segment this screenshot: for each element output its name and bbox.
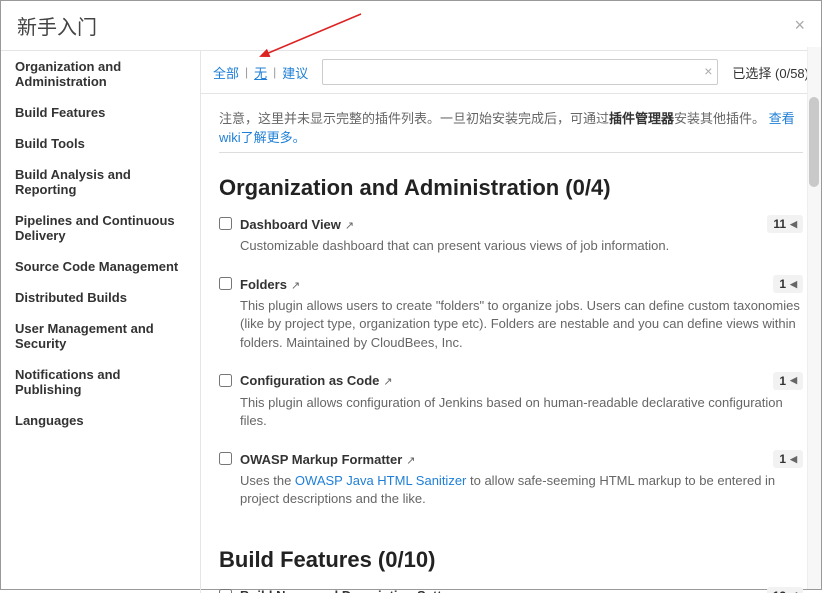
sidebar-item-notifications[interactable]: Notifications and Publishing (1, 359, 200, 405)
sidebar-item-build-tools[interactable]: Build Tools (1, 128, 200, 159)
plugin-name[interactable]: Configuration as Code (240, 373, 379, 388)
plugin-name[interactable]: Build Name and Description Setter (240, 588, 454, 593)
plugin-name[interactable]: Dashboard View (240, 217, 341, 232)
filter-all[interactable]: 全部 (213, 63, 239, 82)
chevron-left-icon: ◀ (790, 454, 797, 465)
sidebar-item-distributed[interactable]: Distributed Builds (1, 282, 200, 313)
sidebar-item-user-mgmt[interactable]: User Management and Security (1, 313, 200, 359)
section-title-org: Organization and Administration (0/4) (219, 175, 803, 201)
plugin-badge[interactable]: 1◀ (773, 372, 803, 390)
sidebar-item-languages[interactable]: Languages (1, 405, 200, 436)
external-link-icon[interactable]: ↗ (383, 376, 392, 388)
plugin-badge[interactable]: 1◀ (773, 275, 803, 293)
plugin-row-folders: Folders ↗ 1◀ This plugin allows users to … (219, 275, 803, 368)
plugin-badge[interactable]: 1◀ (773, 450, 803, 468)
plugin-badge[interactable]: 11◀ (767, 215, 803, 233)
sidebar-item-pipelines[interactable]: Pipelines and Continuous Delivery (1, 205, 200, 251)
content-area: 注意，这里并未显示完整的插件列表。一旦初始安装完成后，可通过插件管理器安装其他插… (201, 94, 821, 593)
chevron-left-icon: ◀ (790, 375, 797, 386)
clear-icon[interactable]: × (704, 63, 712, 79)
plugin-row-cac: Configuration as Code ↗ 1◀ This plugin al… (219, 372, 803, 446)
external-link-icon[interactable]: ↗ (406, 455, 415, 467)
external-link-icon[interactable]: ↗ (291, 280, 300, 292)
external-link-icon[interactable]: ↗ (345, 220, 354, 232)
sidebar-item-build-features[interactable]: Build Features (1, 97, 200, 128)
plugin-row-owasp: OWASP Markup Formatter ↗ 1◀ Uses the OWAS… (219, 450, 803, 524)
sidebar-item-org-admin[interactable]: Organization and Administration (1, 51, 200, 97)
close-icon[interactable]: × (794, 15, 805, 36)
owasp-link[interactable]: OWASP Java HTML Sanitizer (295, 473, 466, 488)
notice: 注意，这里并未显示完整的插件列表。一旦初始安装完成后，可通过插件管理器安装其他插… (219, 94, 803, 153)
plugin-desc: This plugin allows users to create "fold… (240, 297, 803, 352)
plugin-checkbox[interactable] (219, 374, 232, 387)
scrollbar-track[interactable] (807, 47, 821, 589)
plugin-checkbox[interactable] (219, 452, 232, 465)
plugin-row-dashboard: Dashboard View ↗ 11◀ Customizable dashboa… (219, 215, 803, 271)
sidebar: Organization and Administration Build Fe… (1, 51, 201, 593)
plugin-checkbox[interactable] (219, 589, 232, 593)
page-title: 新手入门 (17, 11, 97, 40)
chevron-left-icon: ◀ (790, 279, 797, 290)
sidebar-item-scm[interactable]: Source Code Management (1, 251, 200, 282)
filter-none[interactable]: 无 (254, 63, 267, 82)
scrollbar-thumb[interactable] (809, 97, 819, 187)
separator: | (273, 65, 276, 79)
plugin-name[interactable]: Folders (240, 277, 287, 292)
plugin-checkbox[interactable] (219, 217, 232, 230)
plugin-name[interactable]: OWASP Markup Formatter (240, 452, 402, 467)
toolbar: 全部 | 无 | 建议 × 已选择 (0/58) (201, 51, 821, 94)
search-input[interactable] (322, 59, 718, 85)
chevron-left-icon: ◀ (790, 219, 797, 230)
plugin-checkbox[interactable] (219, 277, 232, 290)
selected-count[interactable]: 已选择 (0/58) (732, 63, 809, 82)
plugin-desc: This plugin allows configuration of Jenk… (240, 394, 803, 430)
separator: | (245, 65, 248, 79)
filter-suggested[interactable]: 建议 (282, 63, 308, 82)
plugin-desc: Uses the OWASP Java HTML Sanitizer to al… (240, 472, 803, 508)
plugin-desc: Customizable dashboard that can present … (240, 237, 803, 255)
sidebar-item-build-analysis[interactable]: Build Analysis and Reporting (1, 159, 200, 205)
section-title-bf: Build Features (0/10) (219, 547, 803, 573)
